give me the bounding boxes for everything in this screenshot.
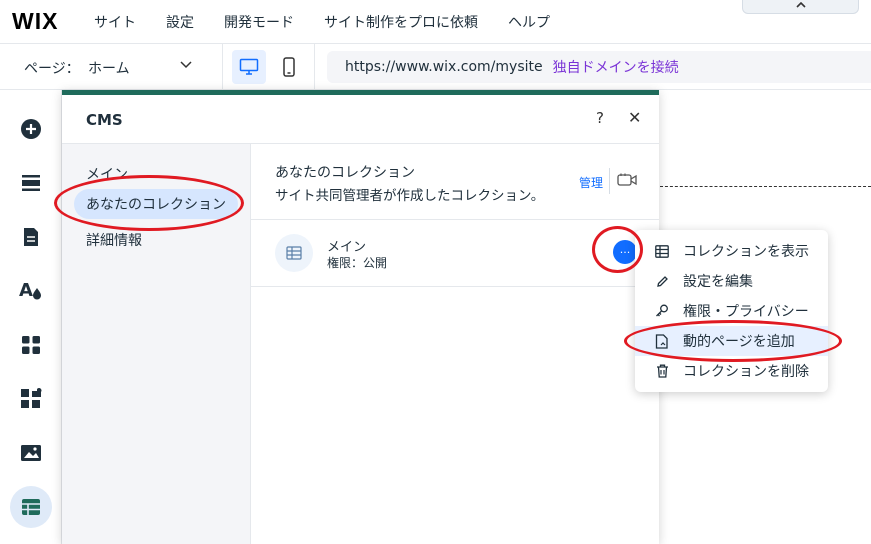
- wix-logo[interactable]: WIX: [12, 8, 94, 35]
- menu-item-label: 動的ページを追加: [683, 334, 795, 350]
- left-toolbar: A: [0, 90, 62, 544]
- connect-domain-link[interactable]: 独自ドメインを接続: [553, 57, 679, 77]
- apps-icon: [22, 336, 40, 354]
- page-selector[interactable]: ホーム: [88, 58, 130, 78]
- business-apps-button[interactable]: [12, 380, 50, 418]
- design-button[interactable]: A: [12, 271, 50, 309]
- add-icon: [21, 119, 41, 139]
- page-bar: ページ： ホーム https://www.wix.com/mysite 独自ドメ…: [0, 44, 871, 90]
- desktop-view-button[interactable]: [232, 50, 266, 84]
- manage-link[interactable]: 管理: [579, 174, 603, 191]
- nav-item-your-collections[interactable]: あなたのコレクション: [74, 189, 238, 219]
- divider: [609, 168, 610, 194]
- chevron-up-icon: [795, 2, 806, 8]
- menu-help[interactable]: ヘルプ: [508, 12, 550, 32]
- desktop-icon: [239, 58, 259, 75]
- cms-icon: [22, 499, 40, 515]
- menu-item-view-collection[interactable]: コレクションを表示: [635, 236, 828, 266]
- sections-button[interactable]: [12, 164, 50, 202]
- site-url-bar[interactable]: https://www.wix.com/mysite 独自ドメインを接続: [327, 51, 871, 83]
- collection-permission: 権限：公開: [327, 256, 388, 270]
- dynamic-page-icon: [655, 333, 669, 349]
- top-bar: WIX サイト 設定 開発モード サイト制作をプロに依頼 ヘルプ: [0, 0, 871, 44]
- media-button[interactable]: [12, 434, 50, 472]
- add-elements-button[interactable]: [12, 110, 50, 148]
- collection-row[interactable]: メイン 権限：公開 ···: [251, 220, 659, 287]
- collection-context-menu: コレクションを表示 設定を編集 権限・プライバシー 動的ページを追加 コレクショ…: [635, 230, 828, 392]
- menu-hire-pro[interactable]: サイト制作をプロに依頼: [324, 12, 478, 32]
- panel-title: CMS: [86, 111, 123, 129]
- collections-title: あなたのコレクション: [275, 165, 415, 181]
- cms-button[interactable]: [10, 486, 52, 528]
- nav-item-details[interactable]: 詳細情報: [86, 230, 142, 250]
- more-actions-button[interactable]: ···: [613, 240, 637, 264]
- media-icon: [21, 445, 41, 461]
- design-icon: A: [19, 280, 41, 301]
- video-icon[interactable]: [617, 172, 637, 192]
- panel-header: CMS ? ✕: [62, 95, 659, 144]
- collections-header: あなたのコレクション サイト共同管理者が作成したコレクション。 管理: [251, 144, 659, 220]
- collections-subtitle: サイト共同管理者が作成したコレクション。: [275, 188, 545, 204]
- canvas-section-guide: [660, 186, 871, 187]
- help-icon[interactable]: ?: [596, 109, 604, 127]
- business-icon: [21, 388, 42, 408]
- site-url: https://www.wix.com/mysite: [345, 59, 543, 75]
- sections-icon: [22, 175, 40, 191]
- apps-button[interactable]: [12, 326, 50, 364]
- pages-button[interactable]: [12, 218, 50, 256]
- divider: [314, 44, 315, 90]
- cms-panel: CMS ? ✕ メイン あなたのコレクション 詳細情報 あなたのコレクション サ…: [62, 90, 659, 544]
- menu-item-label: 設定を編集: [683, 274, 753, 290]
- table-icon: [655, 244, 669, 258]
- pages-icon: [24, 228, 38, 246]
- panel-nav: メイン あなたのコレクション 詳細情報: [62, 144, 251, 544]
- more-icon: ···: [619, 245, 631, 259]
- menu-item-edit-settings[interactable]: 設定を編集: [635, 266, 828, 296]
- chevron-down-icon[interactable]: [180, 58, 192, 72]
- menu-item-label: コレクションを削除: [683, 364, 809, 380]
- menu-item-delete-collection[interactable]: コレクションを削除: [635, 356, 828, 386]
- menu-item-label: 権限・プライバシー: [683, 304, 809, 320]
- pencil-icon: [655, 274, 669, 288]
- mobile-icon: [283, 57, 295, 77]
- collection-table-icon: [275, 234, 313, 272]
- trash-icon: [655, 364, 669, 378]
- menu-item-label: コレクションを表示: [683, 244, 809, 260]
- svg-text:A: A: [19, 280, 33, 301]
- page-label: ページ：: [24, 61, 80, 77]
- nav-item-main[interactable]: メイン: [86, 164, 128, 184]
- close-icon[interactable]: ✕: [628, 108, 641, 127]
- menu-site[interactable]: サイト: [94, 12, 136, 32]
- key-icon: [655, 304, 669, 318]
- collapse-topbar-button[interactable]: [742, 0, 859, 14]
- divider: [222, 44, 223, 90]
- menu-item-permissions[interactable]: 権限・プライバシー: [635, 296, 828, 326]
- menu-settings[interactable]: 設定: [166, 12, 194, 32]
- collection-name: メイン: [327, 240, 367, 255]
- menu-item-add-dynamic-page[interactable]: 動的ページを追加: [635, 326, 828, 356]
- mobile-view-button[interactable]: [276, 50, 302, 84]
- menu-dev-mode[interactable]: 開発モード: [224, 12, 294, 32]
